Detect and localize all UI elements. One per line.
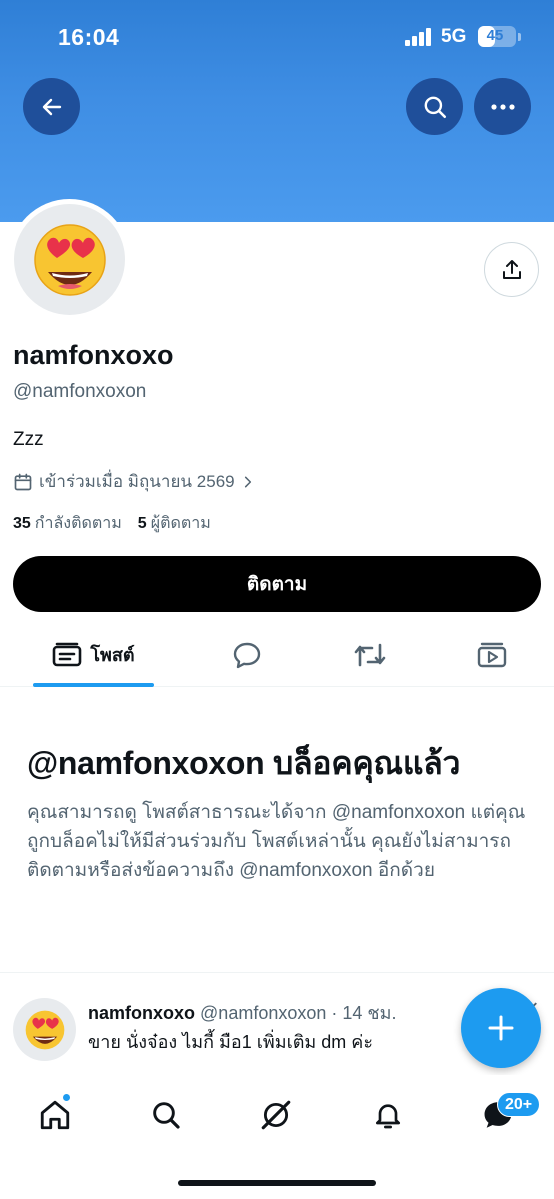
more-horizontal-icon [490, 103, 515, 110]
following-label: กำลังติดตาม [34, 515, 122, 532]
tweet-author-name[interactable]: namfonxoxo [88, 1003, 195, 1023]
active-tab-indicator [33, 683, 154, 687]
messages-badge: 20+ [497, 1092, 541, 1117]
followers-label: ผู้ติดตาม [150, 515, 211, 532]
repost-icon [354, 643, 386, 666]
nav-notifications[interactable] [368, 1095, 408, 1135]
chevron-right-icon [244, 476, 251, 487]
tab-posts[interactable]: โพสต์ [33, 622, 154, 687]
battery-icon: 45 [478, 26, 516, 47]
blocked-title: @namfonxoxon บล็อคคุณแล้ว [27, 745, 461, 781]
grok-icon [261, 1100, 291, 1130]
signal-icon [405, 28, 431, 46]
profile-tabs: โพสต์ [0, 622, 554, 687]
home-indicator [178, 1180, 376, 1186]
divider [0, 972, 554, 973]
profile-handle: @namfonxoxon [13, 381, 147, 402]
tweet-header: namfonxoxo @namfonxoxon · 14 ชม. [88, 998, 396, 1027]
tab-posts-label: โพสต์ [90, 645, 135, 665]
share-icon [502, 259, 521, 279]
profile-bio: Zzz [13, 429, 44, 450]
home-notification-dot [62, 1093, 71, 1102]
avatar [14, 204, 125, 315]
tab-replies[interactable] [217, 622, 277, 687]
search-icon [424, 96, 446, 118]
display-name: namfonxoxo [13, 340, 174, 370]
heart-eyes-emoji-icon [33, 223, 106, 296]
nav-grok[interactable] [256, 1095, 296, 1135]
following-link[interactable]: 35 กำลังติดตาม [13, 511, 122, 536]
reply-icon [233, 642, 261, 668]
tab-reposts[interactable] [340, 622, 400, 687]
network-type: 5G [441, 26, 467, 47]
share-button[interactable] [484, 242, 539, 297]
tweet-avatar[interactable] [13, 998, 76, 1061]
follow-button[interactable]: ติดตาม [13, 556, 541, 612]
more-button[interactable] [474, 78, 531, 135]
calendar-icon [14, 473, 32, 490]
heart-eyes-emoji-icon [25, 1010, 64, 1049]
tweet-meta: @namfonxoxon · 14 ชม. [200, 1003, 397, 1023]
followers-link[interactable]: 5 ผู้ติดตาม [138, 511, 211, 536]
media-icon [477, 642, 507, 667]
battery-nub [518, 33, 521, 41]
search-icon [153, 1102, 180, 1129]
back-button[interactable] [23, 78, 80, 135]
compose-button[interactable] [461, 988, 541, 1068]
status-time: 16:04 [58, 24, 120, 50]
nav-search[interactable] [146, 1095, 186, 1135]
home-icon [40, 1100, 70, 1130]
arrow-left-icon [42, 98, 61, 115]
tweet-text[interactable]: ขาย นั่งจ๋อง ไมกี้ มือ1 เพิ่มเติม dm ค่ะ [88, 1027, 373, 1056]
notifications-icon [376, 1104, 400, 1129]
following-count: 35 [13, 515, 31, 532]
join-date[interactable]: เข้าร่วมเมื่อ มิถุนายน 2569 [13, 468, 255, 495]
profile-avatar[interactable] [9, 199, 130, 320]
tab-media[interactable] [462, 622, 522, 687]
battery-level: 45 [486, 27, 504, 44]
posts-icon [53, 642, 82, 666]
follow-stats: 35 กำลังติดตาม 5 ผู้ติดตาม [13, 511, 211, 536]
status-bar: 16:04 5G 45 [0, 0, 554, 74]
search-button[interactable] [406, 78, 463, 135]
plus-icon [488, 1015, 514, 1041]
followers-count: 5 [137, 515, 147, 532]
join-date-text: เข้าร่วมเมื่อ มิถุนายน 2569 [39, 472, 235, 491]
blocked-description: คุณสามารถดู โพสต์สาธารณะได้จาก @namfonxo… [27, 802, 526, 881]
